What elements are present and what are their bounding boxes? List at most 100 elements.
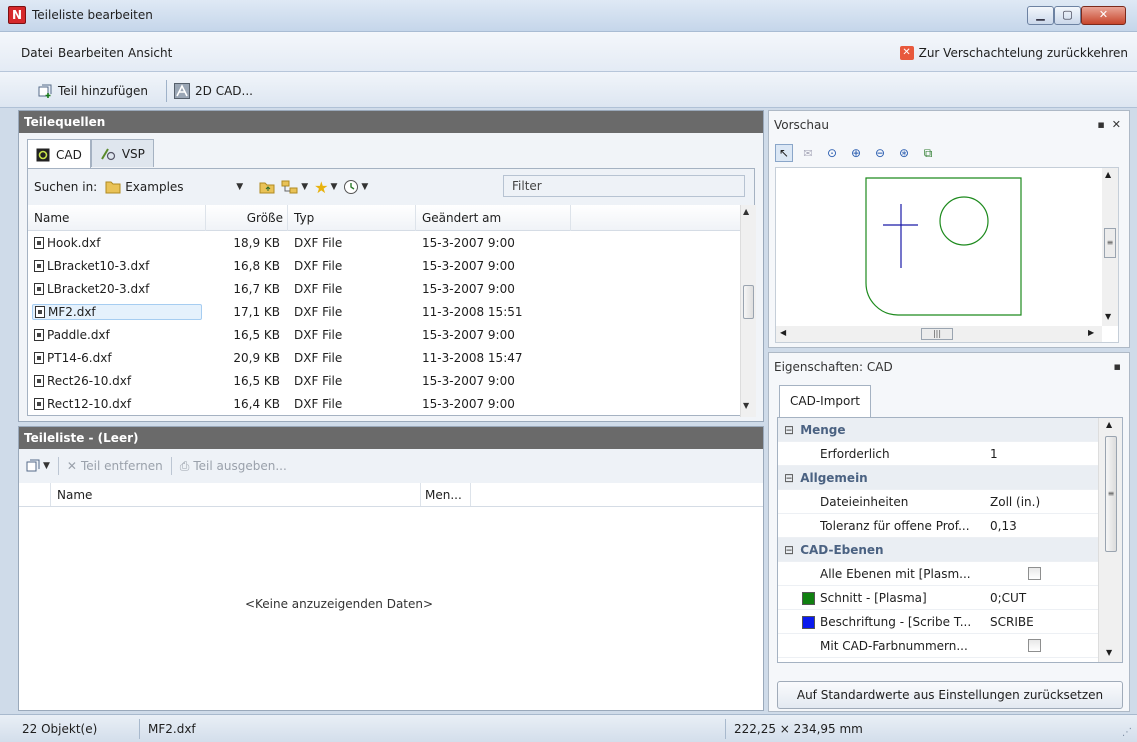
view-options-button[interactable]: ▼ bbox=[281, 180, 308, 194]
zoom-out-button[interactable]: ⊖ bbox=[871, 144, 889, 162]
col-quantity[interactable]: Men... bbox=[421, 483, 471, 506]
close-icon[interactable]: ✕ bbox=[1112, 118, 1121, 131]
zoom-window-button[interactable]: ⊙ bbox=[823, 144, 841, 162]
add-part-button[interactable]: Teil hinzufügen bbox=[37, 82, 148, 100]
close-red-icon: ✕ bbox=[899, 46, 914, 60]
file-row[interactable]: PT14-6.dxf 20,9 KB DXF File 11-3-2008 15:47 bbox=[28, 346, 740, 369]
zoom-in-button[interactable]: ⊕ bbox=[847, 144, 865, 162]
prop-row-scribe-layer[interactable]: Beschriftung - [Scribe T... SCRIBE bbox=[778, 610, 1098, 634]
zoom-extents-button[interactable]: ⊛ bbox=[895, 144, 913, 162]
file-browser: Suchen in: Examples ▼ ▼ ★ ▼ ▼ Filter Nam… bbox=[27, 168, 756, 417]
dxf-file-icon bbox=[35, 305, 45, 318]
file-row[interactable]: Rect12-10.dxf 16,4 KB DXF File 15-3-2007 9:… bbox=[28, 392, 740, 415]
col-size[interactable]: Größe bbox=[206, 205, 288, 231]
category-label: CAD-Ebenen bbox=[800, 543, 884, 557]
file-row[interactable]: LBracket20-3.dxf 16,7 KB DXF File 15-3-2007… bbox=[28, 277, 740, 300]
file-modified: 15-3-2007 9:00 bbox=[422, 281, 515, 296]
category-cad-layers[interactable]: ⊟ CAD-Ebenen bbox=[778, 538, 1098, 562]
collapse-icon[interactable]: ⊟ bbox=[784, 466, 796, 490]
file-row[interactable]: LBracket10-3.dxf 16,8 KB DXF File 15-3-2007… bbox=[28, 254, 740, 277]
file-row[interactable]: MF2.dxf 17,1 KB DXF File 11-3-2008 15:51 bbox=[28, 300, 740, 323]
fit-view-button[interactable]: ⧉ bbox=[919, 144, 937, 162]
prop-row-erforderlich[interactable]: Erforderlich 1 bbox=[778, 442, 1098, 466]
zoom-in-icon: ⊕ bbox=[850, 146, 862, 160]
reset-defaults-button[interactable]: Auf Standardwerte aus Einstellungen zurü… bbox=[777, 681, 1123, 709]
scroll-thumb[interactable]: ≡ bbox=[1104, 228, 1116, 258]
folder-dropdown[interactable]: Examples ▼ bbox=[103, 176, 243, 198]
output-part-button[interactable]: ⎙ Teil ausgeben... bbox=[180, 459, 287, 474]
prop-value[interactable]: SCRIBE bbox=[990, 610, 1094, 634]
filter-input[interactable]: Filter bbox=[503, 175, 745, 197]
file-row[interactable]: Rect26-10.dxf 16,5 KB DXF File 15-3-2007 9:… bbox=[28, 369, 740, 392]
prop-value[interactable]: 1 bbox=[990, 442, 1094, 466]
properties-header: Eigenschaften: CAD ▪ bbox=[769, 353, 1129, 381]
float-icon[interactable]: ▪ bbox=[1097, 118, 1104, 131]
preview-vscrollbar[interactable]: ▲ ≡ ▼ bbox=[1102, 168, 1118, 326]
file-modified: 15-3-2007 9:00 bbox=[422, 373, 515, 388]
return-to-nesting-button[interactable]: ✕ Zur Verschachtelung zurückkehren bbox=[899, 45, 1128, 61]
minimize-button[interactable]: ▁ bbox=[1027, 6, 1054, 25]
scroll-up-icon: ▲ bbox=[1106, 420, 1113, 429]
resize-grip-icon[interactable]: ⋰ bbox=[1122, 727, 1132, 738]
collapse-icon[interactable]: ⊟ bbox=[784, 538, 796, 562]
remove-label: Teil entfernen bbox=[80, 459, 163, 473]
tab-cad-import[interactable]: CAD-Import bbox=[779, 385, 871, 417]
part-sources-panel: Teilequellen CAD VSP Suchen in: Examples… bbox=[18, 110, 764, 422]
file-list-scrollbar[interactable]: ▲ ▼ bbox=[740, 205, 756, 417]
file-modified: 15-3-2007 9:00 bbox=[422, 396, 515, 411]
remove-part-button[interactable]: ✕ Teil entfernen bbox=[67, 459, 163, 473]
scroll-up-icon: ▲ bbox=[1105, 170, 1112, 179]
prop-value[interactable]: 0;CUT bbox=[990, 586, 1094, 610]
preview-toolbar: ↖ ✉ ⊙ ⊕ ⊖ ⊛ ⧉ bbox=[775, 141, 937, 165]
menu-datei[interactable]: Datei bbox=[21, 46, 53, 60]
scroll-thumb[interactable]: ||| bbox=[921, 328, 953, 340]
preview-canvas[interactable]: ▲ ≡ ▼ ◀ ||| ▶ bbox=[775, 167, 1119, 343]
prop-value[interactable]: 0,13 bbox=[990, 514, 1094, 538]
col-modified[interactable]: Geändert am bbox=[416, 205, 571, 231]
prop-name: Alle Ebenen mit [Plasm... bbox=[820, 567, 971, 581]
cad2d-button[interactable]: 2D CAD... bbox=[174, 82, 253, 100]
add-part-label: Teil hinzufügen bbox=[58, 84, 149, 98]
tab-vsp[interactable]: VSP bbox=[90, 139, 154, 167]
menu-bearbeiten[interactable]: Bearbeiten bbox=[58, 46, 124, 60]
pointer-icon: ↖ bbox=[778, 146, 790, 160]
file-modified: 15-3-2007 9:00 bbox=[422, 235, 515, 250]
close-button[interactable]: ✕ bbox=[1081, 6, 1126, 25]
menu-ansicht[interactable]: Ansicht bbox=[128, 46, 172, 60]
source-tabs: CAD VSP bbox=[27, 139, 154, 169]
prop-row-units[interactable]: Dateieinheiten Zoll (in.) bbox=[778, 490, 1098, 514]
prop-row-color-numbers[interactable]: Mit CAD-Farbnummern... bbox=[778, 634, 1098, 658]
file-row[interactable]: Paddle.dxf 16,5 KB DXF File 15-3-2007 9:00 bbox=[28, 323, 740, 346]
file-row[interactable]: Hook.dxf 18,9 KB DXF File 15-3-2007 9:00 bbox=[28, 231, 740, 254]
title-bar: N Teileliste bearbeiten ▁ ▢ ✕ bbox=[0, 0, 1137, 32]
prop-row-cut-layer[interactable]: Schnitt - [Plasma] 0;CUT bbox=[778, 586, 1098, 610]
cad-icon bbox=[36, 148, 50, 161]
color-numbers-checkbox[interactable] bbox=[1028, 639, 1041, 652]
prop-value[interactable]: Zoll (in.) bbox=[990, 490, 1094, 514]
pan-tool-button[interactable]: ✉ bbox=[799, 144, 817, 162]
category-menge[interactable]: ⊟ Menge bbox=[778, 418, 1098, 442]
history-button[interactable]: ▼ bbox=[343, 179, 368, 195]
toolbar: Teil hinzufügen 2D CAD... bbox=[0, 72, 1137, 108]
all-layers-checkbox[interactable] bbox=[1028, 567, 1041, 580]
preview-hscrollbar[interactable]: ◀ ||| ▶ bbox=[776, 326, 1102, 342]
scroll-thumb[interactable]: ≡ bbox=[1105, 436, 1117, 552]
tab-cad[interactable]: CAD bbox=[27, 139, 91, 169]
col-type[interactable]: Typ bbox=[288, 205, 416, 231]
col-name[interactable]: Name bbox=[51, 483, 421, 506]
select-tool-button[interactable]: ↖ bbox=[775, 144, 793, 162]
collapse-icon[interactable]: ⊟ bbox=[784, 418, 796, 442]
favorites-button[interactable]: ★ ▼ bbox=[314, 178, 337, 197]
scroll-thumb[interactable] bbox=[743, 285, 754, 319]
category-allgemein[interactable]: ⊟ Allgemein bbox=[778, 466, 1098, 490]
zoom-extents-icon: ⊛ bbox=[898, 146, 910, 160]
property-grid-scrollbar[interactable]: ▲ ≡ ▼ bbox=[1098, 418, 1122, 662]
prop-row-tolerance[interactable]: Toleranz für offene Prof... 0,13 bbox=[778, 514, 1098, 538]
add-menu-button[interactable]: ▼ bbox=[25, 458, 50, 474]
dxf-file-icon bbox=[34, 259, 44, 272]
folder-up-icon[interactable] bbox=[259, 179, 275, 195]
col-name[interactable]: Name bbox=[28, 205, 206, 231]
prop-row-all-layers[interactable]: Alle Ebenen mit [Plasm... bbox=[778, 562, 1098, 586]
float-icon[interactable]: ▪ bbox=[1114, 353, 1121, 381]
maximize-button[interactable]: ▢ bbox=[1054, 6, 1081, 25]
